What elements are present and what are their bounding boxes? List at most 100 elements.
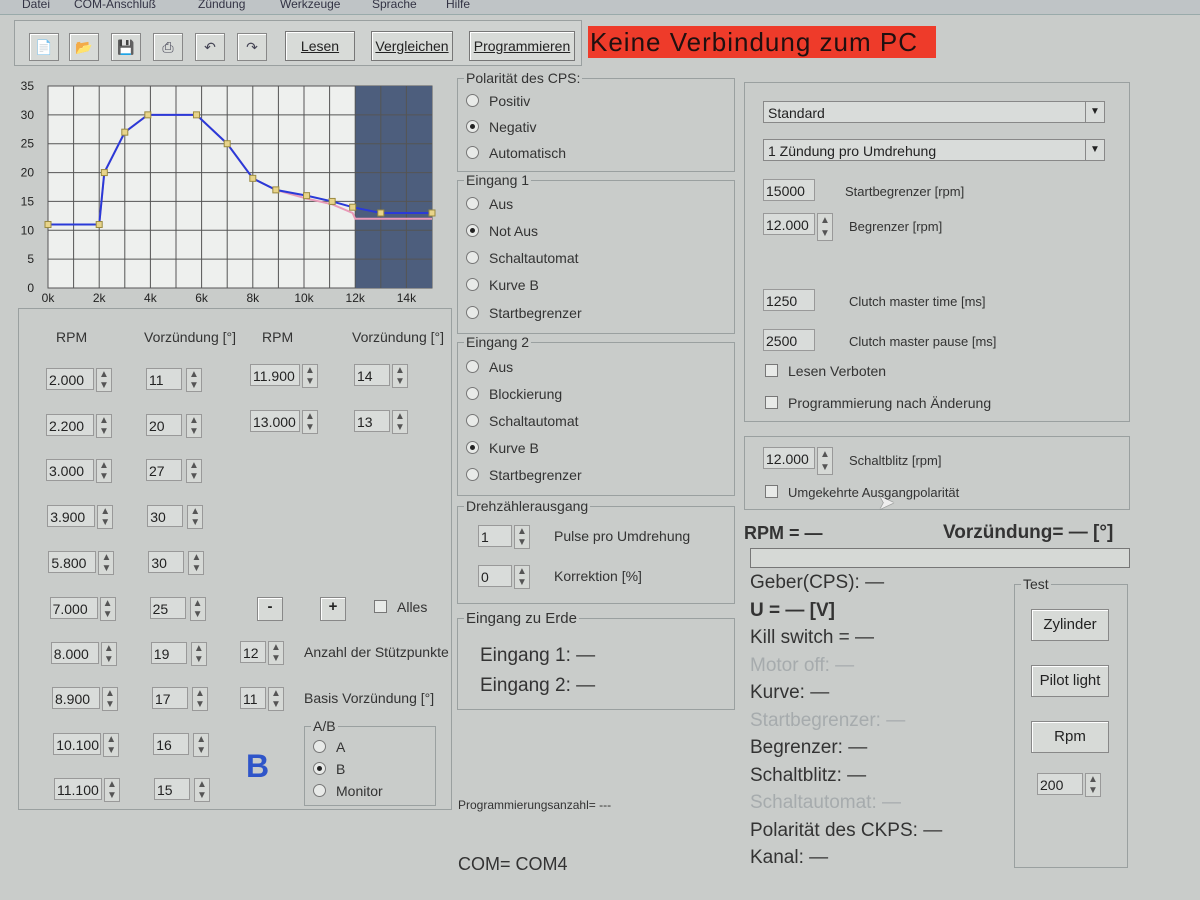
clutch-time-value[interactable]: 1250 (763, 289, 815, 311)
advance-point-arrows[interactable]: ▲ ▼ (193, 733, 210, 757)
pulse-stepper[interactable]: 1 ▲ ▼ (478, 525, 534, 549)
lesen-verboten-box[interactable] (765, 364, 778, 377)
radio-b[interactable] (313, 762, 326, 775)
rpm-point-value[interactable]: 5.800 (48, 551, 97, 573)
e2-schaltautomat[interactable]: Schaltautomat (466, 413, 579, 429)
rpm-point-value[interactable]: 11.900 (250, 364, 300, 386)
rpm-point-value[interactable]: 10.100 (53, 733, 102, 755)
print-icon[interactable]: ⎙ (153, 33, 183, 61)
advance-stepper[interactable]: 27 ▲ ▼ (146, 459, 208, 483)
cps-positiv[interactable]: Positiv (466, 93, 530, 109)
redo-icon[interactable]: ↷ (237, 33, 267, 61)
rpm-stepper[interactable]: 7.000 ▲ ▼ (49, 597, 122, 621)
radio-e1-startbegrenzer[interactable] (466, 306, 479, 319)
begrenzer-arrows[interactable]: ▲ ▼ (817, 213, 833, 241)
radio-e2-schaltautomat[interactable] (466, 414, 479, 427)
rpm-point-value[interactable]: 13.000 (250, 410, 300, 432)
rpm-point-arrows[interactable]: ▲ ▼ (102, 687, 118, 711)
advance-point-value[interactable]: 27 (146, 459, 182, 481)
begrenzer-stepper[interactable]: 12.000 ▲ ▼ (763, 213, 839, 241)
advance-stepper[interactable]: 11 ▲ ▼ (146, 368, 208, 392)
begrenzer-value[interactable]: 12.000 (763, 213, 815, 235)
rpm-point-value[interactable]: 8.900 (52, 687, 100, 709)
radio-e1-notaus[interactable] (466, 224, 479, 237)
rpm-stepper[interactable]: 10.100 ▲ ▼ (53, 733, 125, 757)
rpm-stepper[interactable]: 2.200 ▲ ▼ (46, 414, 118, 438)
rpm-point-arrows[interactable]: ▲ ▼ (96, 368, 112, 392)
e1-startbegrenzer[interactable]: Startbegrenzer (466, 305, 582, 321)
stuetzpunkte-stepper[interactable]: 12 ▲ ▼ (240, 641, 294, 665)
advance-point-arrows[interactable]: ▲ ▼ (194, 778, 210, 802)
chevron-down-icon[interactable]: ▼ (1085, 140, 1104, 160)
e1-aus[interactable]: Aus (466, 196, 513, 212)
korrektion-stepper[interactable]: 0 ▲ ▼ (478, 565, 534, 589)
advance-stepper[interactable]: 15 ▲ ▼ (154, 778, 216, 802)
undo-icon[interactable]: ↶ (195, 33, 225, 61)
rpm-point-arrows[interactable]: ▲ ▼ (104, 778, 120, 802)
rpm-stepper[interactable]: 11.900 ▲ ▼ (250, 364, 324, 388)
ab-option-a[interactable]: A (313, 739, 345, 755)
rpm-point-value[interactable]: 2.000 (46, 368, 94, 390)
rpm-point-value[interactable]: 2.200 (46, 414, 94, 436)
schaltblitz-arrows[interactable]: ▲ ▼ (817, 447, 833, 475)
ignition-select[interactable]: 1 Zündung pro Umdrehung ▼ (763, 139, 1105, 161)
advance-stepper[interactable]: 13 ▲ ▼ (354, 410, 414, 434)
advance-stepper[interactable]: 25 ▲ ▼ (149, 597, 212, 621)
cps-negativ[interactable]: Negativ (466, 119, 536, 135)
stuetzpunkte-arrows[interactable]: ▲ ▼ (268, 641, 284, 665)
pulse-value[interactable]: 1 (478, 525, 512, 547)
rpm-stepper[interactable]: 13.000 ▲ ▼ (250, 410, 324, 434)
rpm-point-arrows[interactable]: ▲ ▼ (98, 551, 115, 575)
advance-point-arrows[interactable]: ▲ ▼ (186, 459, 202, 483)
startbegrenzer-value[interactable]: 15000 (763, 179, 815, 201)
advance-point-value[interactable]: 19 (150, 642, 187, 664)
clutch-pause-field[interactable]: 2500 (763, 329, 817, 353)
plus-button[interactable]: + (320, 597, 346, 621)
radio-cps-automatisch[interactable] (466, 146, 479, 159)
vergleichen-button[interactable]: Vergleichen (371, 31, 453, 61)
advance-stepper[interactable]: 17 ▲ ▼ (152, 687, 214, 711)
basis-value[interactable]: 11 (240, 687, 266, 709)
menu-hilfe[interactable]: Hilfe (446, 0, 470, 11)
advance-point-arrows[interactable]: ▲ ▼ (192, 687, 208, 711)
e2-blockierung[interactable]: Blockierung (466, 386, 562, 402)
prog-nach-box[interactable] (765, 396, 778, 409)
rpm-point-arrows[interactable]: ▲ ▼ (302, 410, 318, 434)
advance-point-arrows[interactable]: ▲ ▼ (392, 410, 408, 434)
radio-a[interactable] (313, 740, 326, 753)
advance-stepper[interactable]: 16 ▲ ▼ (153, 733, 215, 757)
advance-point-value[interactable]: 14 (354, 364, 390, 386)
rpm-stepper[interactable]: 8.000 ▲ ▼ (50, 642, 123, 666)
rpm-point-arrows[interactable]: ▲ ▼ (99, 597, 116, 621)
radio-cps-positiv[interactable] (466, 94, 479, 107)
prog-nach-checkbox[interactable]: Programmierung nach Änderung (765, 395, 991, 411)
radio-monitor[interactable] (313, 784, 326, 797)
advance-stepper[interactable]: 20 ▲ ▼ (146, 414, 208, 438)
rpm-point-arrows[interactable]: ▲ ▼ (103, 733, 120, 757)
zylinder-button[interactable]: Zylinder (1031, 609, 1109, 641)
alles-checkbox[interactable]: Alles (374, 599, 427, 615)
korrektion-value[interactable]: 0 (478, 565, 512, 587)
basis-stepper[interactable]: 11 ▲ ▼ (240, 687, 294, 711)
radio-e1-kurveb[interactable] (466, 278, 479, 291)
e2-kurveb[interactable]: Kurve B (466, 440, 539, 456)
advance-point-arrows[interactable]: ▲ ▼ (186, 414, 202, 438)
open-folder-icon[interactable]: 📂 (69, 33, 99, 61)
ab-option-b[interactable]: B (313, 761, 345, 777)
save-icon[interactable]: 💾 (111, 33, 141, 61)
e1-kurveb[interactable]: Kurve B (466, 277, 539, 293)
advance-point-value[interactable]: 20 (146, 414, 182, 436)
rpm-point-value[interactable]: 3.900 (47, 505, 96, 527)
e1-notaus[interactable]: Not Aus (466, 223, 538, 239)
radio-e1-aus[interactable] (466, 197, 479, 210)
cps-automatisch[interactable]: Automatisch (466, 145, 566, 161)
rpm-stepper[interactable]: 3.900 ▲ ▼ (47, 505, 119, 529)
rpm-point-value[interactable]: 7.000 (49, 597, 98, 619)
ab-option-monitor[interactable]: Monitor (313, 783, 383, 799)
advance-point-arrows[interactable]: ▲ ▼ (190, 642, 207, 666)
clutch-pause-value[interactable]: 2500 (763, 329, 815, 351)
lesen-verboten-checkbox[interactable]: Lesen Verboten (765, 363, 886, 379)
e2-startbegrenzer[interactable]: Startbegrenzer (466, 467, 582, 483)
clutch-time-field[interactable]: 1250 (763, 289, 817, 313)
basis-arrows[interactable]: ▲ ▼ (268, 687, 284, 711)
